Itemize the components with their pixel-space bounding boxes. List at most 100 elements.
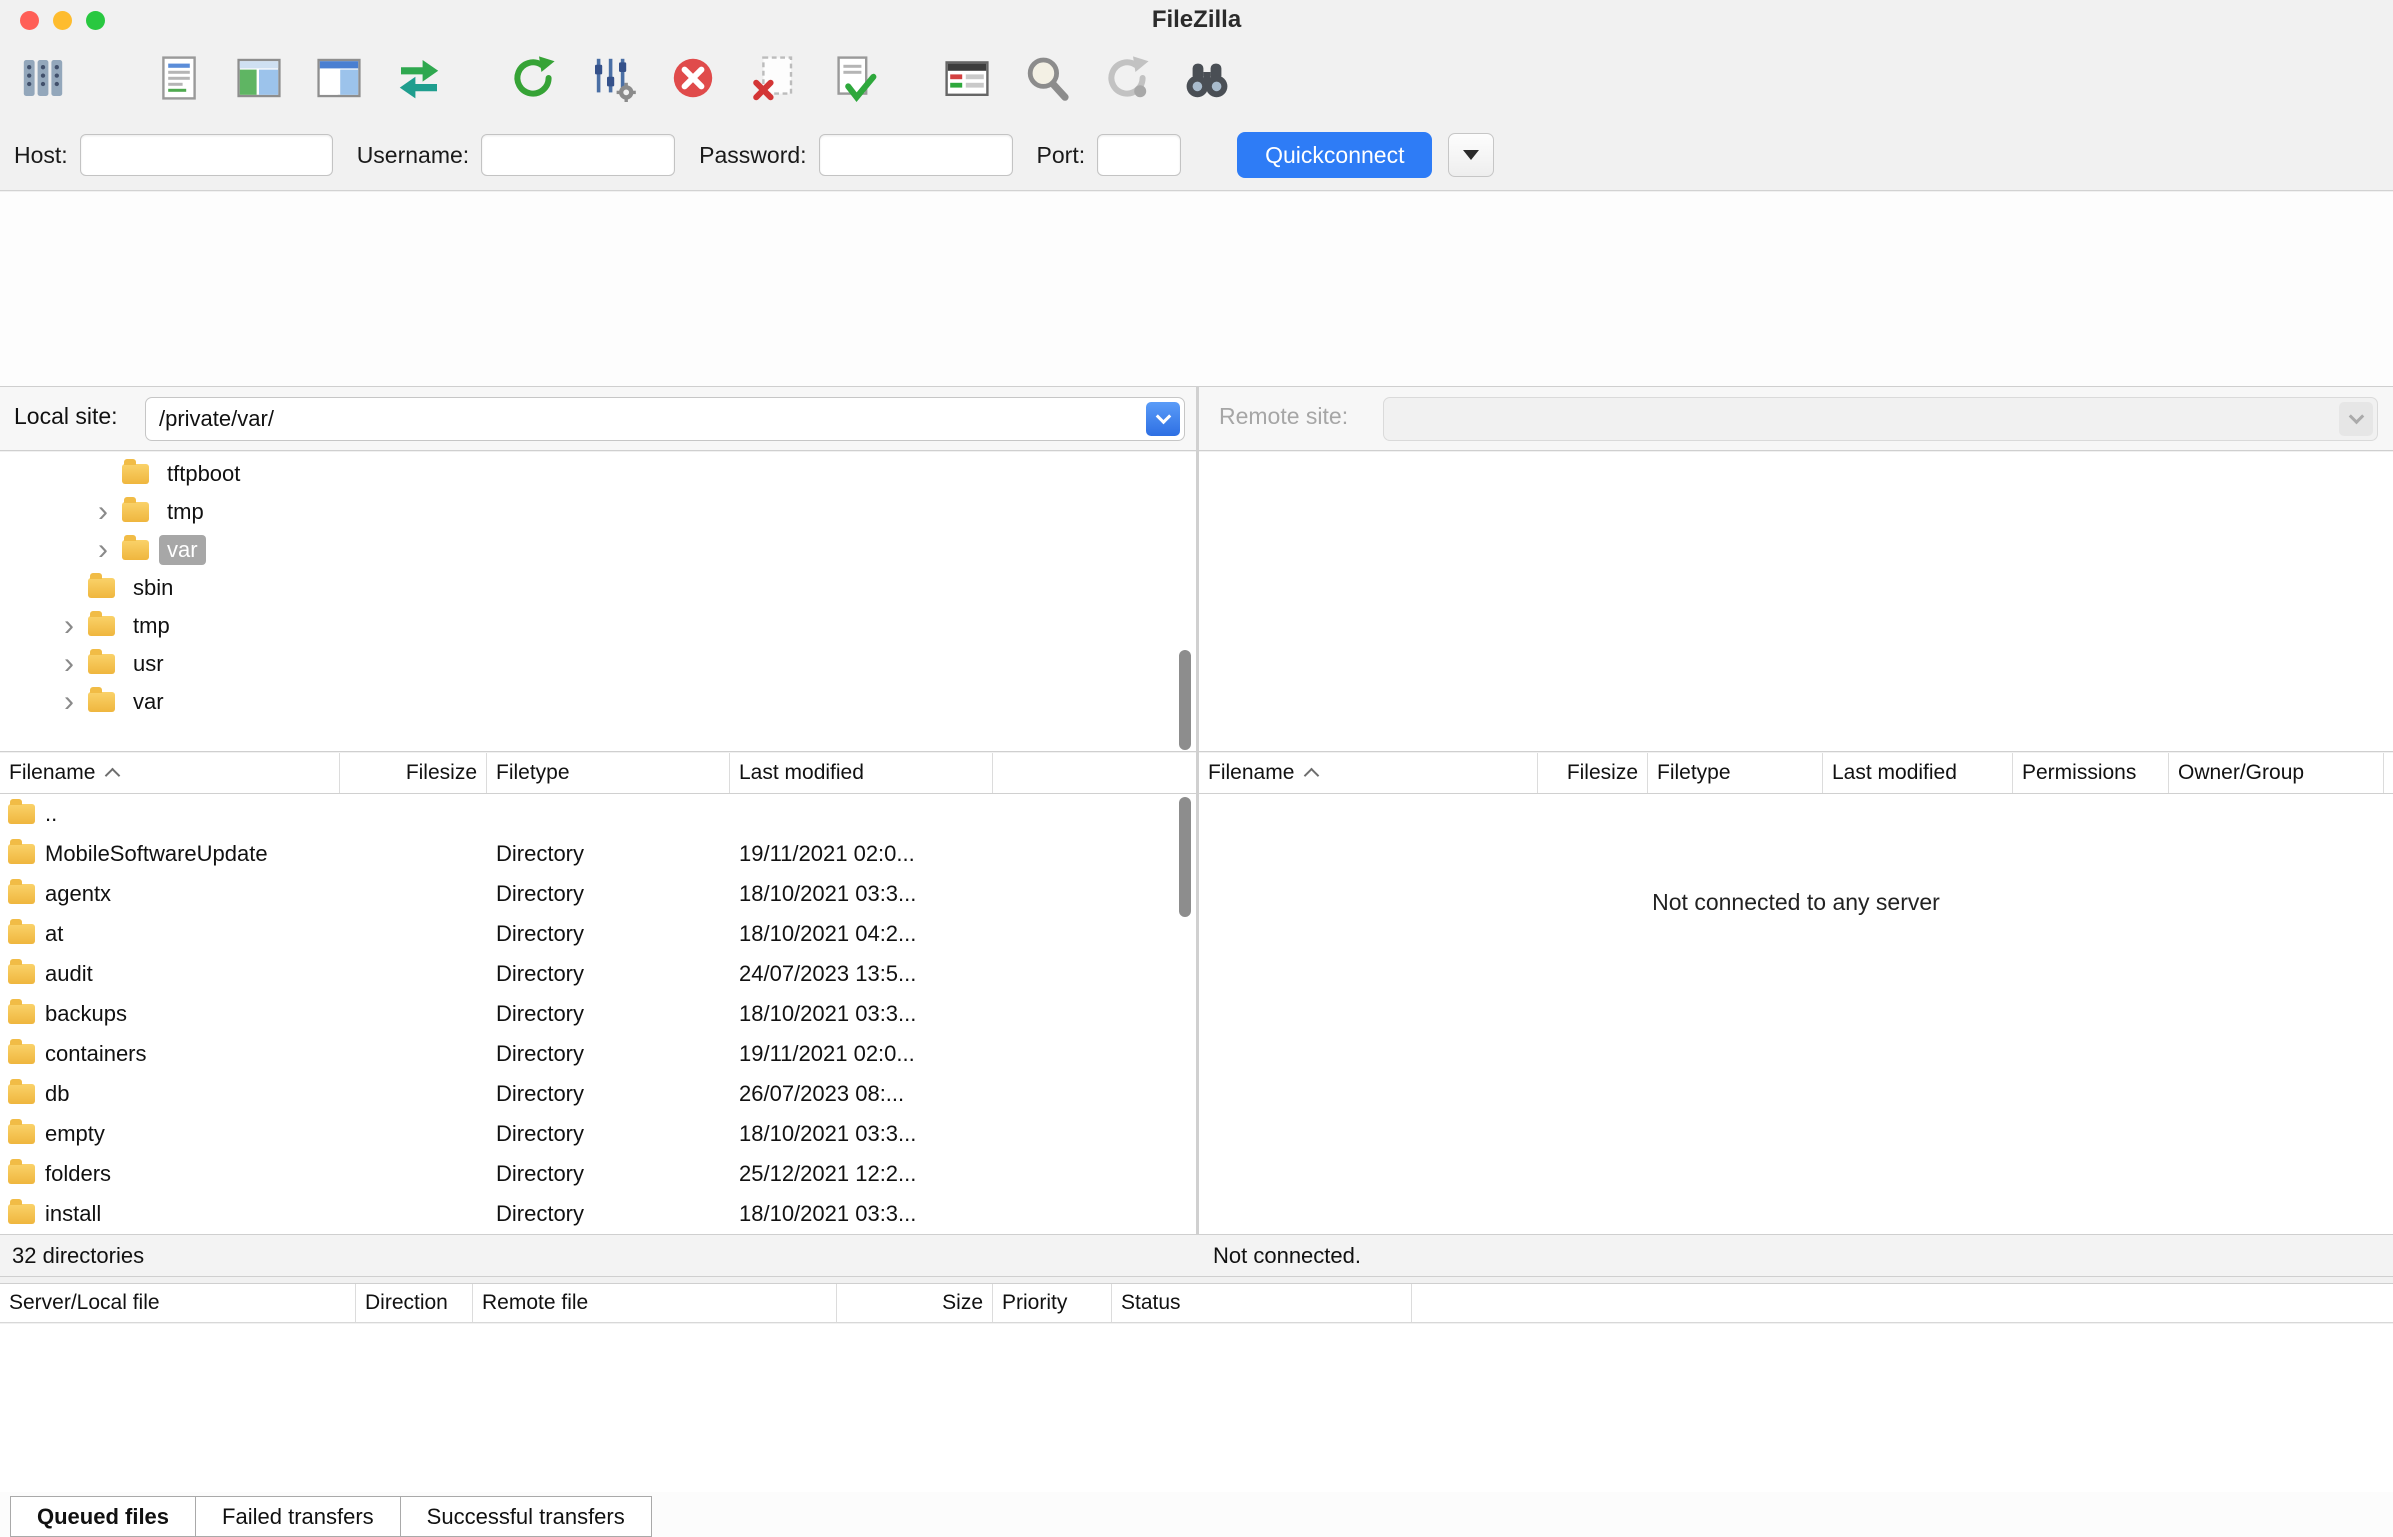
file-row-install[interactable]: install Directory 18/10/2021 03:3... (0, 1194, 1196, 1234)
column-header-label: Direction (365, 1291, 448, 1314)
filename-text: install (45, 1201, 102, 1226)
column-header-server-local-file[interactable]: Server/Local file (0, 1284, 356, 1322)
site-manager-button[interactable] (14, 50, 72, 110)
tree-item-label: var (159, 535, 206, 565)
folder-icon (8, 919, 35, 944)
file-row-agentx[interactable]: agentx Directory 18/10/2021 03:3... (0, 874, 1196, 914)
file-row-backups[interactable]: backups Directory 18/10/2021 03:3... (0, 994, 1196, 1034)
host-input[interactable] (79, 134, 333, 176)
file-delete-button[interactable] (744, 50, 802, 110)
tree-scrollbar-thumb[interactable] (1179, 650, 1191, 750)
column-header-owner-group[interactable]: Owner/Group (2169, 753, 2384, 793)
file-row-mobilesoftwareupdate[interactable]: MobileSoftwareUpdate Directory 19/11/2021 … (0, 834, 1196, 874)
tree-item-tftpboot[interactable]: tftpboot (0, 455, 1196, 493)
column-header-label: Owner/Group (2178, 761, 2305, 784)
search-button[interactable] (1018, 50, 1076, 110)
refresh-button[interactable] (504, 50, 562, 110)
message-log-toggle-icon (155, 54, 203, 107)
local-site-value: /private/var/ (159, 406, 274, 431)
remote-site-label: Remote site: (1219, 403, 1349, 429)
port-label: Port: (1036, 141, 1086, 168)
column-header-filename[interactable]: Filename (0, 753, 340, 793)
tree-item-var[interactable]: › var (0, 683, 1196, 721)
column-header-last-modified[interactable]: Last modified (1823, 753, 2013, 793)
toggle-message-log-button[interactable] (150, 50, 208, 110)
transfer-queue-button[interactable] (938, 50, 996, 110)
column-header-status[interactable]: Status (1112, 1284, 1412, 1322)
tab-successful-transfers[interactable]: Successful transfers (399, 1496, 652, 1537)
folder-icon (8, 1079, 35, 1104)
column-header-label: Status (1121, 1291, 1181, 1314)
username-label: Username: (356, 141, 470, 168)
column-header-size[interactable]: Size (837, 1284, 993, 1322)
title-bar: FileZilla (0, 0, 2393, 40)
password-input[interactable] (818, 134, 1013, 176)
quickconnect-dropdown-button[interactable] (1448, 133, 1495, 177)
column-header-last-modified[interactable]: Last modified (730, 753, 993, 793)
sort-ascending-icon (105, 767, 121, 784)
transfer-queue-icon (943, 54, 991, 107)
expand-chevron-icon[interactable]: › (84, 535, 122, 565)
file-row-at[interactable]: at Directory 18/10/2021 04:2... (0, 914, 1196, 954)
filter-button[interactable] (584, 50, 642, 110)
folder-icon (8, 879, 35, 904)
file-row-db[interactable]: db Directory 26/07/2023 08:... (0, 1074, 1196, 1114)
quickconnect-button[interactable]: Quickconnect (1237, 132, 1433, 178)
filename-text: db (45, 1081, 70, 1106)
tab-queued-files[interactable]: Queued files (10, 1496, 197, 1537)
file-row-containers[interactable]: containers Directory 19/11/2021 02:0... (0, 1034, 1196, 1074)
tree-item-label: usr (133, 651, 164, 676)
local-site-combobox[interactable]: /private/var/ (145, 397, 1185, 441)
tab-failed-transfers[interactable]: Failed transfers (195, 1496, 401, 1537)
tree-item-sbin[interactable]: sbin (0, 569, 1196, 607)
filesize-cell (340, 1114, 487, 1154)
column-header-filetype[interactable]: Filetype (487, 753, 730, 793)
toggle-local-tree-button[interactable] (230, 50, 288, 110)
tree-item-tmp[interactable]: › tmp (0, 607, 1196, 645)
folder-icon (122, 535, 149, 560)
column-header-direction[interactable]: Direction (356, 1284, 473, 1322)
file-row-[interactable]: .. (0, 794, 1196, 834)
file-list-scrollbar-thumb[interactable] (1179, 797, 1191, 917)
tree-item-label: sbin (133, 575, 174, 600)
folder-icon (88, 687, 115, 712)
column-header-remote-file[interactable]: Remote file (473, 1284, 837, 1322)
file-row-empty[interactable]: empty Directory 18/10/2021 03:3... (0, 1114, 1196, 1154)
file-check-button[interactable] (824, 50, 882, 110)
tree-item-tmp[interactable]: › tmp (0, 493, 1196, 531)
local-site-label: Local site: (14, 403, 118, 429)
combo-dropdown-button[interactable] (1146, 402, 1180, 436)
column-header-label: Size (942, 1291, 983, 1314)
filename-cell: db (0, 1074, 340, 1114)
toggle-remote-tree-button[interactable] (310, 50, 368, 110)
column-header-filesize[interactable]: Filesize (340, 753, 487, 793)
pane-splitter[interactable] (1196, 386, 1199, 1277)
column-header-filesize[interactable]: Filesize (1538, 753, 1648, 793)
expand-chevron-icon[interactable]: › (50, 687, 88, 717)
find-files-button[interactable] (1178, 50, 1236, 110)
expand-chevron-icon[interactable]: › (50, 649, 88, 679)
username-input[interactable] (481, 134, 676, 176)
status-bar: 32 directories Not connected. (0, 1234, 2393, 1277)
sync-browsing-button[interactable] (390, 50, 448, 110)
folder-icon (122, 497, 149, 522)
expand-chevron-icon[interactable]: › (50, 611, 88, 641)
filename-text: .. (45, 801, 58, 826)
column-header-label: Remote file (482, 1291, 589, 1314)
file-row-audit[interactable]: audit Directory 24/07/2023 13:5... (0, 954, 1196, 994)
sync-browsing-icon (395, 54, 443, 107)
tree-item-usr[interactable]: › usr (0, 645, 1196, 683)
expand-chevron-icon[interactable]: › (84, 497, 122, 527)
folder-icon (8, 1039, 35, 1064)
column-header-priority[interactable]: Priority (993, 1284, 1112, 1322)
cancel-button[interactable] (664, 50, 722, 110)
tree-item-var[interactable]: › var (0, 531, 1196, 569)
last-modified-cell: 19/11/2021 02:0... (739, 1041, 915, 1066)
port-input[interactable] (1097, 134, 1182, 176)
column-header-filename[interactable]: Filename (1199, 753, 1538, 793)
file-row-folders[interactable]: folders Directory 25/12/2021 12:2... (0, 1154, 1196, 1194)
column-header-filetype[interactable]: Filetype (1648, 753, 1823, 793)
tree-item-label: tmp (167, 499, 204, 524)
column-header-permissions[interactable]: Permissions (2013, 753, 2169, 793)
reconnect-button[interactable] (1098, 50, 1156, 110)
